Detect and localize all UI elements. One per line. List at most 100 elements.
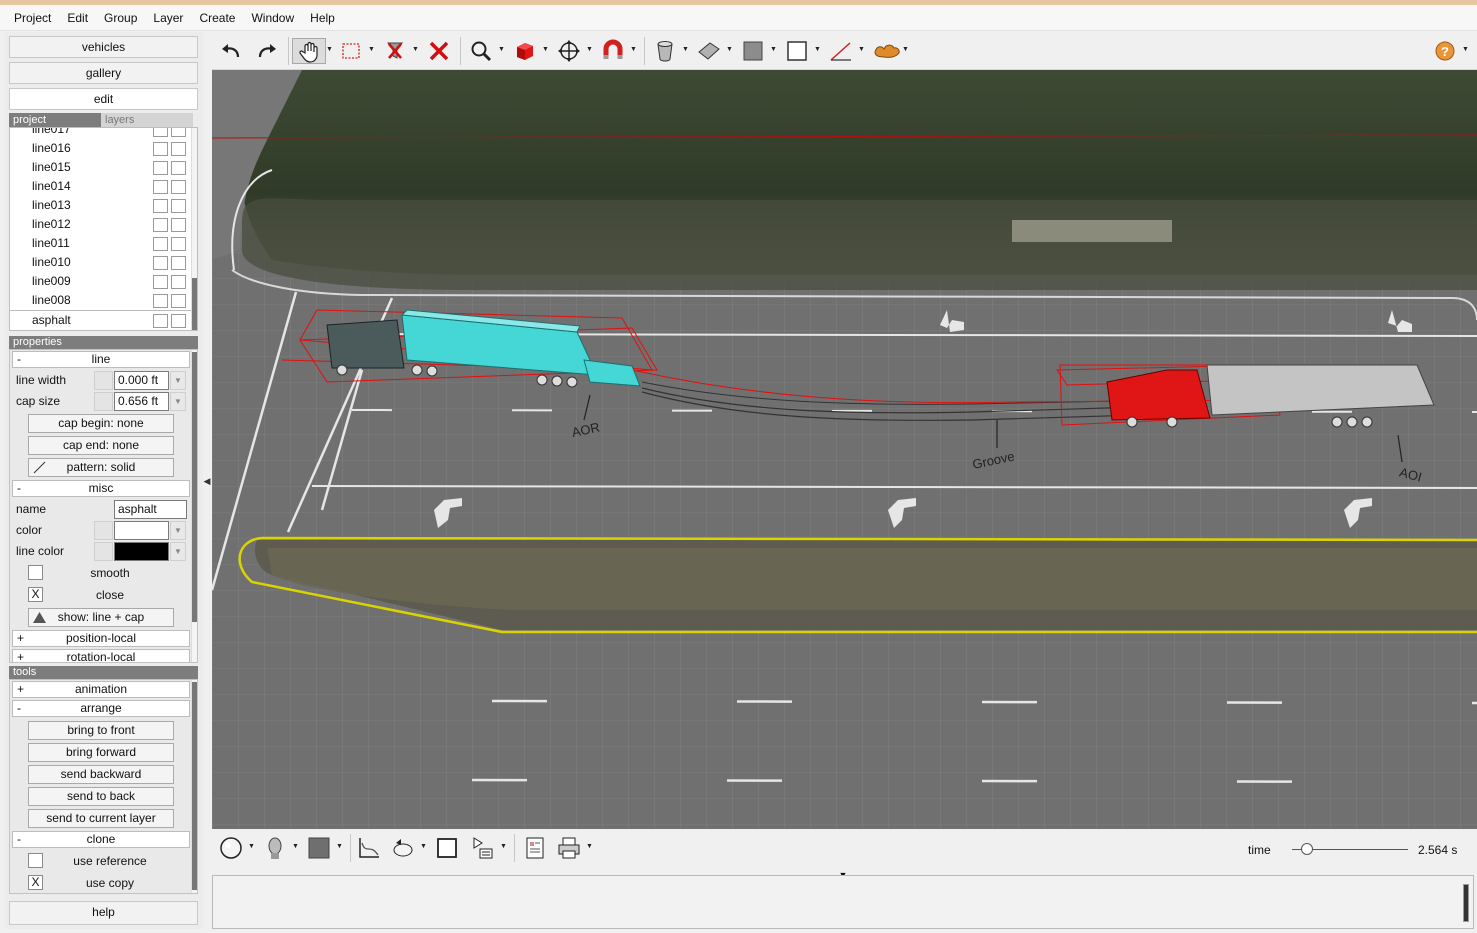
visibility-checkbox[interactable] — [153, 128, 168, 137]
select-box-button[interactable] — [338, 38, 364, 64]
snap-button[interactable] — [600, 38, 626, 64]
send-to-back-button[interactable]: send to back — [28, 787, 174, 806]
visibility-checkbox[interactable] — [153, 314, 168, 328]
lock-checkbox[interactable] — [171, 314, 186, 328]
cap-end-button[interactable]: cap end: none — [28, 436, 174, 455]
lock-checkbox[interactable] — [171, 218, 186, 232]
snap-dropdown-arrow[interactable]: ▼ — [630, 46, 637, 53]
line-color-key[interactable] — [94, 542, 113, 561]
position-local-group-header[interactable]: + position-local — [12, 630, 190, 647]
help-button[interactable]: help — [9, 901, 198, 925]
smooth-checkbox[interactable] — [28, 565, 43, 580]
lock-checkbox[interactable] — [171, 142, 186, 156]
list-item[interactable]: line008 — [10, 291, 197, 310]
arrange-group-header[interactable]: - arrange — [12, 700, 190, 717]
plane-dropdown-arrow[interactable]: ▼ — [726, 46, 733, 53]
cap-size-field[interactable]: 0.656 ft — [114, 392, 169, 411]
menu-layer[interactable]: Layer — [145, 5, 191, 31]
tools-scrollbar[interactable] — [191, 680, 197, 893]
outline-rect-button[interactable] — [784, 38, 810, 64]
visibility-checkbox[interactable] — [153, 161, 168, 175]
line-width-field[interactable]: 0.000 ft — [114, 371, 169, 390]
graph-button[interactable] — [356, 835, 382, 861]
edit-button[interactable]: edit — [9, 88, 198, 110]
print-button[interactable] — [556, 835, 582, 861]
send-backward-button[interactable]: send backward — [28, 765, 174, 784]
menu-edit[interactable]: Edit — [59, 5, 96, 31]
list-item[interactable]: line013 — [10, 196, 197, 215]
material-sphere-button[interactable] — [218, 835, 244, 861]
move-button[interactable] — [556, 38, 582, 64]
pattern-button[interactable]: pattern: solid — [28, 458, 174, 477]
line-color-dropdown[interactable]: ▼ — [170, 542, 186, 561]
zoom-dropdown-arrow[interactable]: ▼ — [498, 46, 505, 53]
rotation-local-group-header[interactable]: + rotation-local — [12, 649, 190, 662]
lock-checkbox[interactable] — [171, 237, 186, 251]
visibility-checkbox[interactable] — [153, 180, 168, 194]
sphere-dropdown-arrow[interactable]: ▼ — [248, 843, 255, 850]
list-item[interactable]: line011 — [10, 234, 197, 253]
cap-size-key[interactable] — [94, 392, 113, 411]
time-slider-handle[interactable] — [1300, 843, 1313, 855]
delete-button[interactable] — [426, 38, 452, 64]
cap-size-stepper[interactable]: ▼ — [170, 392, 186, 411]
visibility-checkbox[interactable] — [153, 256, 168, 270]
fill-dropdown-arrow[interactable]: ▼ — [336, 843, 343, 850]
report-button[interactable] — [522, 835, 548, 861]
send-to-current-layer-button[interactable]: send to current layer — [28, 809, 174, 828]
select-dropdown-arrow[interactable]: ▼ — [368, 46, 375, 53]
color-swatch[interactable] — [114, 521, 169, 540]
list-item[interactable]: line010 — [10, 253, 197, 272]
object-3d-button[interactable] — [512, 38, 538, 64]
person-dropdown-arrow[interactable]: ▼ — [292, 843, 299, 850]
play-dropdown-arrow[interactable]: ▼ — [500, 843, 507, 850]
use-reference-checkbox[interactable] — [28, 853, 43, 868]
help-dropdown-arrow[interactable]: ▼ — [1462, 46, 1469, 53]
scene-viewport[interactable]: AOR Groove AOI — [212, 70, 1477, 829]
color-dropdown[interactable]: ▼ — [170, 521, 186, 540]
rotate-object-button[interactable] — [390, 835, 416, 861]
lock-checkbox[interactable] — [171, 180, 186, 194]
color-fill-button[interactable] — [306, 835, 332, 861]
tab-project[interactable]: project — [9, 113, 101, 127]
bring-to-front-button[interactable]: bring to front — [28, 721, 174, 740]
menu-help[interactable]: Help — [302, 5, 343, 31]
visibility-checkbox[interactable] — [153, 294, 168, 308]
list-item[interactable]: line016 — [10, 139, 197, 158]
measure-dropdown-arrow[interactable]: ▼ — [858, 46, 865, 53]
list-item[interactable]: line014 — [10, 177, 197, 196]
lock-checkbox[interactable] — [171, 161, 186, 175]
rotate-dropdown-arrow[interactable]: ▼ — [420, 843, 427, 850]
cylinder-dropdown-arrow[interactable]: ▼ — [682, 46, 689, 53]
line-color-swatch[interactable] — [114, 542, 169, 561]
lock-checkbox[interactable] — [171, 199, 186, 213]
ground-dropdown-arrow[interactable]: ▼ — [902, 46, 909, 53]
name-field[interactable]: asphalt — [114, 500, 187, 519]
properties-scrollbar-thumb[interactable] — [192, 352, 197, 622]
undo-button[interactable] — [218, 38, 244, 64]
close-checkbox[interactable]: X — [28, 587, 43, 602]
help-tool-button[interactable]: ? — [1432, 38, 1458, 64]
redo-button[interactable] — [254, 38, 280, 64]
delete-filter-button[interactable] — [382, 38, 408, 64]
scene-canvas[interactable]: AOR Groove AOI — [212, 70, 1477, 829]
visibility-checkbox[interactable] — [153, 199, 168, 213]
list-item[interactable]: line012 — [10, 215, 197, 234]
print-dropdown-arrow[interactable]: ▼ — [586, 843, 593, 850]
filter-dropdown-arrow[interactable]: ▼ — [412, 46, 419, 53]
play-list-button[interactable] — [470, 835, 496, 861]
pan-dropdown-arrow[interactable]: ▼ — [326, 46, 333, 53]
lock-checkbox[interactable] — [171, 275, 186, 289]
cylinder-button[interactable] — [652, 38, 678, 64]
menu-window[interactable]: Window — [243, 5, 302, 31]
misc-group-header[interactable]: - misc — [12, 480, 190, 497]
lock-checkbox[interactable] — [171, 128, 186, 137]
measure-button[interactable] — [828, 38, 854, 64]
line-width-stepper[interactable]: ▼ — [170, 371, 186, 390]
tab-layers[interactable]: layers — [101, 113, 193, 127]
animation-group-header[interactable]: + animation — [12, 681, 190, 698]
visibility-checkbox[interactable] — [153, 237, 168, 251]
visibility-checkbox[interactable] — [153, 275, 168, 289]
menu-group[interactable]: Group — [96, 5, 145, 31]
object-dropdown-arrow[interactable]: ▼ — [542, 46, 549, 53]
